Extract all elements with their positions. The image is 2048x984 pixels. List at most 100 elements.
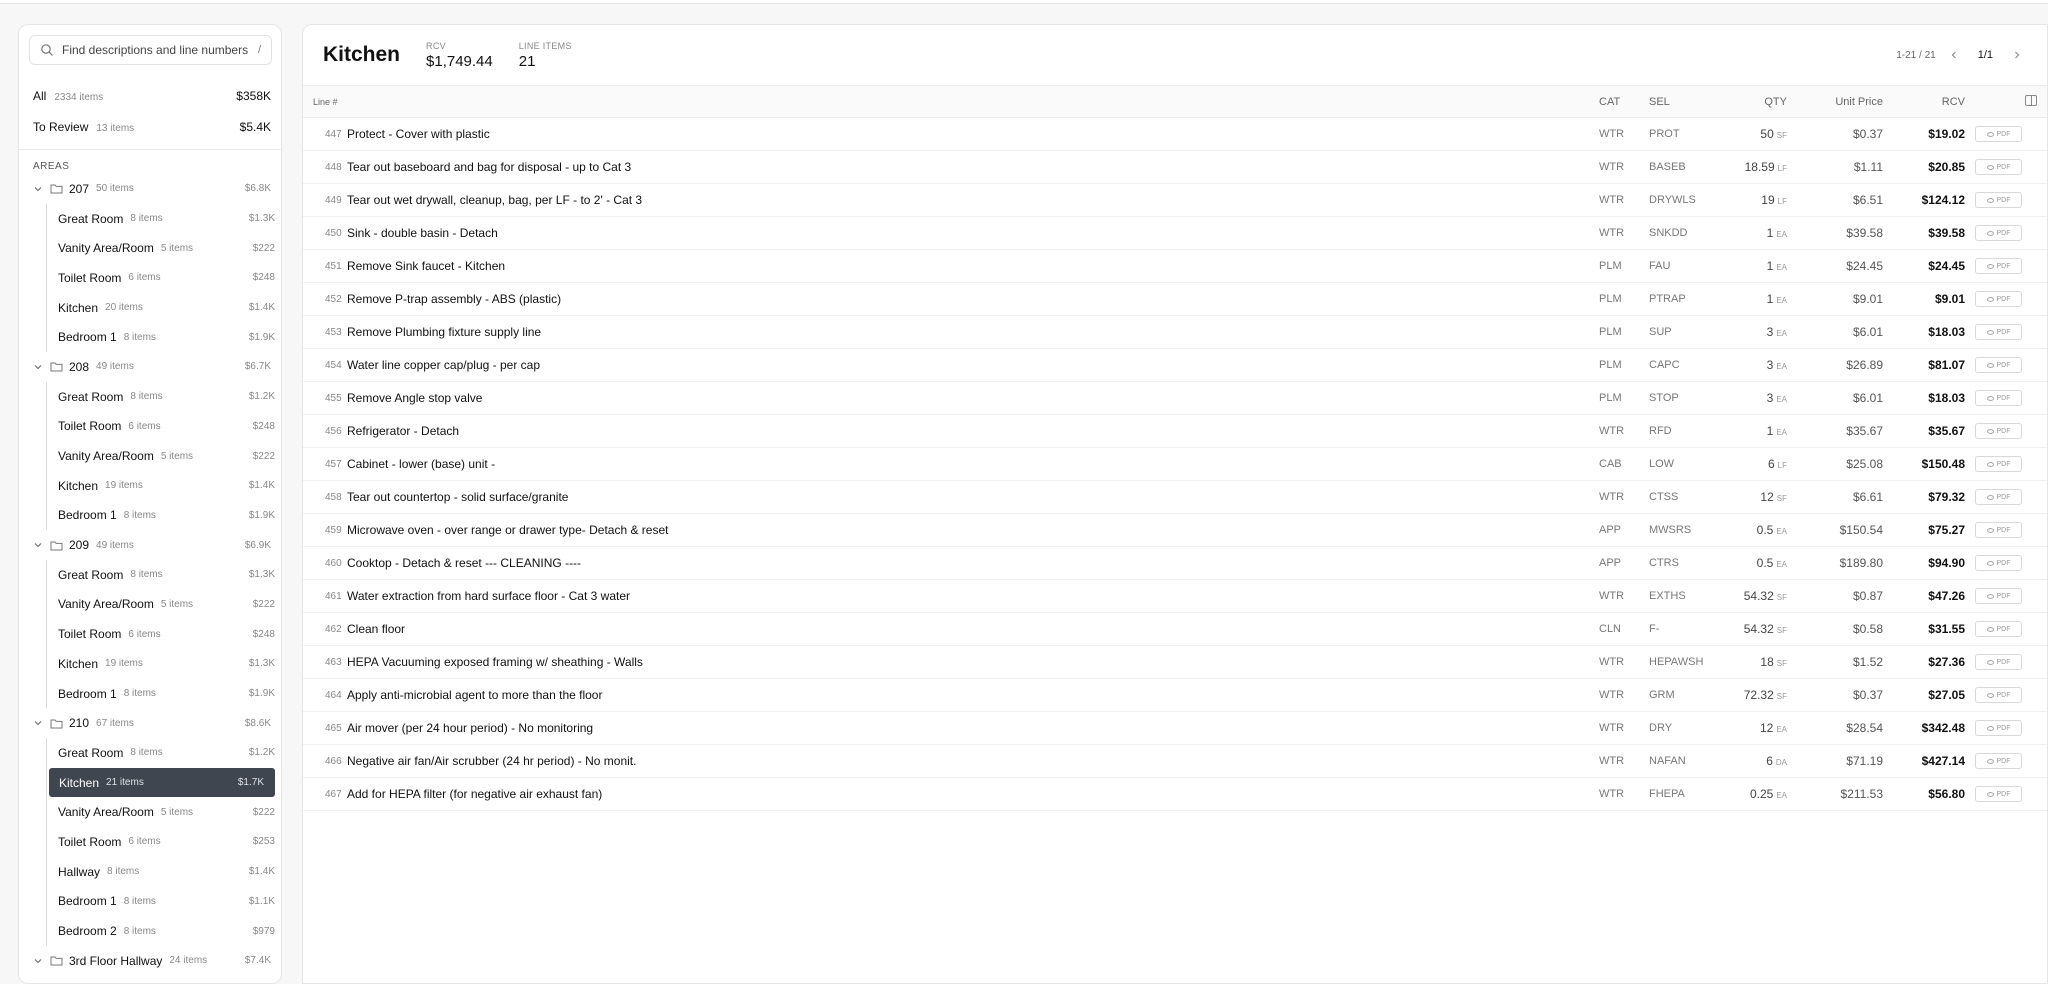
table-row[interactable]: 459 Microwave oven - over range or drawer… bbox=[303, 513, 2047, 547]
sidebar-item-room[interactable]: Vanity Area/Room 5 items $222 bbox=[48, 797, 281, 827]
table-row[interactable]: 455 Remove Angle stop valve PLM STOP 3 EA $6.0… bbox=[303, 381, 2047, 415]
chevron-down-icon[interactable] bbox=[33, 362, 43, 372]
table-row[interactable]: 454 Water line copper cap/plug - per cap P… bbox=[303, 348, 2047, 382]
sidebar-item-room[interactable]: Kitchen 19 items $1.3K bbox=[48, 649, 281, 679]
table-row[interactable]: 465 Air mover (per 24 hour period) - No m… bbox=[303, 711, 2047, 745]
col-qty[interactable]: QTY bbox=[1739, 85, 1787, 118]
sidebar-item-room[interactable]: Toilet Room 6 items $248 bbox=[48, 263, 281, 293]
filter-to-review[interactable]: To Review 13 items $5.4K bbox=[19, 112, 281, 143]
pdf-button[interactable]: PDF bbox=[1975, 621, 2022, 638]
sidebar-item-room[interactable]: Vanity Area/Room 5 items $222 bbox=[48, 233, 281, 263]
chevron-down-icon[interactable] bbox=[33, 184, 43, 194]
sidebar-item-room[interactable]: Bedroom 2 8 items $979 bbox=[48, 916, 281, 946]
sidebar-item-room[interactable]: Vanity Area/Room 5 items $222 bbox=[48, 441, 281, 471]
line-number: 458 bbox=[303, 480, 345, 514]
sidebar-item-room[interactable]: Great Room 8 items $1.3K bbox=[48, 204, 281, 234]
sidebar-item-room[interactable]: Vanity Area/Room 5 items $222 bbox=[48, 590, 281, 620]
col-sel[interactable]: SEL bbox=[1649, 85, 1739, 118]
sidebar-item-room[interactable]: Toilet Room 6 items $248 bbox=[48, 412, 281, 442]
sidebar-item-room[interactable]: Hallway 8 items $1.4K bbox=[48, 857, 281, 887]
columns-icon[interactable] bbox=[2025, 94, 2037, 106]
sidebar-item-room[interactable]: Kitchen 21 items $1.7K bbox=[49, 767, 275, 798]
chevron-down-icon[interactable] bbox=[33, 718, 43, 728]
sidebar-item-room[interactable]: Great Room 8 items $1.2K bbox=[48, 382, 281, 412]
pdf-button[interactable]: PDF bbox=[1975, 159, 2022, 176]
table-row[interactable]: 467 Add for HEPA filter (for negative air… bbox=[303, 777, 2047, 811]
pdf-button[interactable]: PDF bbox=[1975, 753, 2022, 770]
pdf-button[interactable]: PDF bbox=[1975, 654, 2022, 671]
sidebar-item-room[interactable]: Bedroom 1 8 items $1.1K bbox=[48, 887, 281, 917]
area-group[interactable]: 207 50 items $6.8K bbox=[19, 174, 281, 204]
chevron-down-icon[interactable] bbox=[33, 540, 43, 550]
table-row[interactable]: 457 Cabinet - lower (base) unit - CAB LOW 6 L… bbox=[303, 447, 2047, 481]
next-page-button[interactable] bbox=[2007, 45, 2027, 65]
table-row[interactable]: 450 Sink - double basin - Detach WTR SNKDD 1… bbox=[303, 216, 2047, 250]
pdf-button[interactable]: PDF bbox=[1975, 687, 2022, 704]
col-toggle[interactable] bbox=[1965, 85, 2047, 118]
pdf-button[interactable]: PDF bbox=[1975, 456, 2022, 473]
pdf-button[interactable]: PDF bbox=[1975, 258, 2022, 275]
table-row[interactable]: 466 Negative air fan/Air scrubber (24 hr … bbox=[303, 744, 2047, 778]
category: WTR bbox=[1599, 744, 1649, 778]
table-row[interactable]: 448 Tear out baseboard and bag for dispos… bbox=[303, 150, 2047, 184]
sidebar-item-room[interactable]: Bedroom 1 8 items $1.9K bbox=[48, 501, 281, 531]
table-row[interactable]: 452 Remove P-trap assembly - ABS (plastic… bbox=[303, 282, 2047, 316]
pdf-button[interactable]: PDF bbox=[1975, 786, 2022, 803]
pdf-button[interactable]: PDF bbox=[1975, 324, 2022, 341]
pdf-button[interactable]: PDF bbox=[1975, 489, 2022, 506]
sidebar-item-room[interactable]: Kitchen 19 items $1.4K bbox=[48, 471, 281, 501]
pdf-button[interactable]: PDF bbox=[1975, 357, 2022, 374]
line-items-stat: LINE ITEMS 21 bbox=[519, 41, 572, 70]
table-row[interactable]: 449 Tear out wet drywall, cleanup, bag, p… bbox=[303, 183, 2047, 217]
pdf-button[interactable]: PDF bbox=[1975, 225, 2022, 242]
table-row[interactable]: 461 Water extraction from hard surface fl… bbox=[303, 579, 2047, 613]
pdf-button[interactable]: PDF bbox=[1975, 522, 2022, 539]
table-row[interactable]: 463 HEPA Vacuuming exposed framing w/ she… bbox=[303, 645, 2047, 679]
sidebar-item-room[interactable]: Great Room 8 items $1.3K bbox=[48, 560, 281, 590]
pdf-button[interactable]: PDF bbox=[1975, 126, 2022, 143]
eye-icon bbox=[1986, 527, 1994, 533]
table-row[interactable]: 451 Remove Sink faucet - Kitchen PLM FAU 1 EA… bbox=[303, 249, 2047, 283]
eye-icon bbox=[1986, 131, 1994, 137]
pdf-button[interactable]: PDF bbox=[1975, 192, 2022, 209]
col-rcv[interactable]: RCV bbox=[1883, 85, 1965, 118]
chevron-right-icon bbox=[2015, 51, 2020, 59]
sidebar-item-room[interactable]: Great Room 8 items $1.2K bbox=[48, 738, 281, 768]
area-group[interactable]: 3rd Floor Hallway 24 items $7.4K bbox=[19, 946, 281, 976]
pdf-button[interactable]: PDF bbox=[1975, 423, 2022, 440]
eye-icon bbox=[1986, 263, 1994, 269]
area-group[interactable]: 209 49 items $6.9K bbox=[19, 530, 281, 560]
sidebar-item-room[interactable]: Toilet Room 6 items $248 bbox=[48, 619, 281, 649]
pdf-button[interactable]: PDF bbox=[1975, 291, 2022, 308]
filter-all[interactable]: All 2334 items $358K bbox=[19, 81, 281, 112]
table-row[interactable]: 462 Clean floor CLN F- 54.32 SF $0.58 $31.55 PDF bbox=[303, 612, 2047, 646]
pdf-button[interactable]: PDF bbox=[1975, 390, 2022, 407]
room-name: Toilet Room bbox=[58, 270, 122, 285]
sidebar-item-room[interactable]: Bedroom 1 8 items $1.9K bbox=[48, 322, 281, 352]
chevron-down-icon[interactable] bbox=[33, 956, 43, 966]
room-amount: $1.3K bbox=[248, 658, 275, 670]
col-cat[interactable]: CAT bbox=[1599, 85, 1649, 118]
search-placeholder[interactable]: Find descriptions and line numbers bbox=[62, 43, 258, 57]
prev-page-button[interactable] bbox=[1944, 45, 1964, 65]
area-group[interactable]: 208 49 items $6.7K bbox=[19, 352, 281, 382]
pdf-button[interactable]: PDF bbox=[1975, 720, 2022, 737]
sidebar-item-room[interactable]: Kitchen 20 items $1.4K bbox=[48, 293, 281, 323]
pdf-button[interactable]: PDF bbox=[1975, 555, 2022, 572]
quantity: 19 LF bbox=[1739, 183, 1787, 217]
table-row[interactable]: 447 Protect - Cover with plastic WTR PROT 50… bbox=[303, 117, 2047, 151]
rcv-amount: $20.85 bbox=[1883, 150, 1965, 184]
area-group[interactable]: 210 67 items $8.6K bbox=[19, 708, 281, 738]
table-row[interactable]: 453 Remove Plumbing fixture supply line PL… bbox=[303, 315, 2047, 349]
pdf-button[interactable]: PDF bbox=[1975, 588, 2022, 605]
table-row[interactable]: 460 Cooktop - Detach & reset --- CLEANING… bbox=[303, 546, 2047, 580]
search-box[interactable]: Find descriptions and line numbers / bbox=[29, 35, 272, 65]
sidebar-item-room[interactable]: Toilet Room 6 items $253 bbox=[48, 827, 281, 857]
table-row[interactable]: 456 Refrigerator - Detach WTR RFD 1 EA $35.67 $… bbox=[303, 414, 2047, 448]
col-unit-price[interactable]: Unit Price bbox=[1787, 85, 1883, 118]
table-row[interactable]: 458 Tear out countertop - solid surface/g… bbox=[303, 480, 2047, 514]
col-line-number[interactable]: Line # bbox=[303, 85, 345, 118]
table-row[interactable]: 464 Apply anti-microbial agent to more th… bbox=[303, 678, 2047, 712]
quantity-value: 3 bbox=[1766, 391, 1774, 405]
sidebar-item-room[interactable]: Bedroom 1 8 items $1.9K bbox=[48, 679, 281, 709]
